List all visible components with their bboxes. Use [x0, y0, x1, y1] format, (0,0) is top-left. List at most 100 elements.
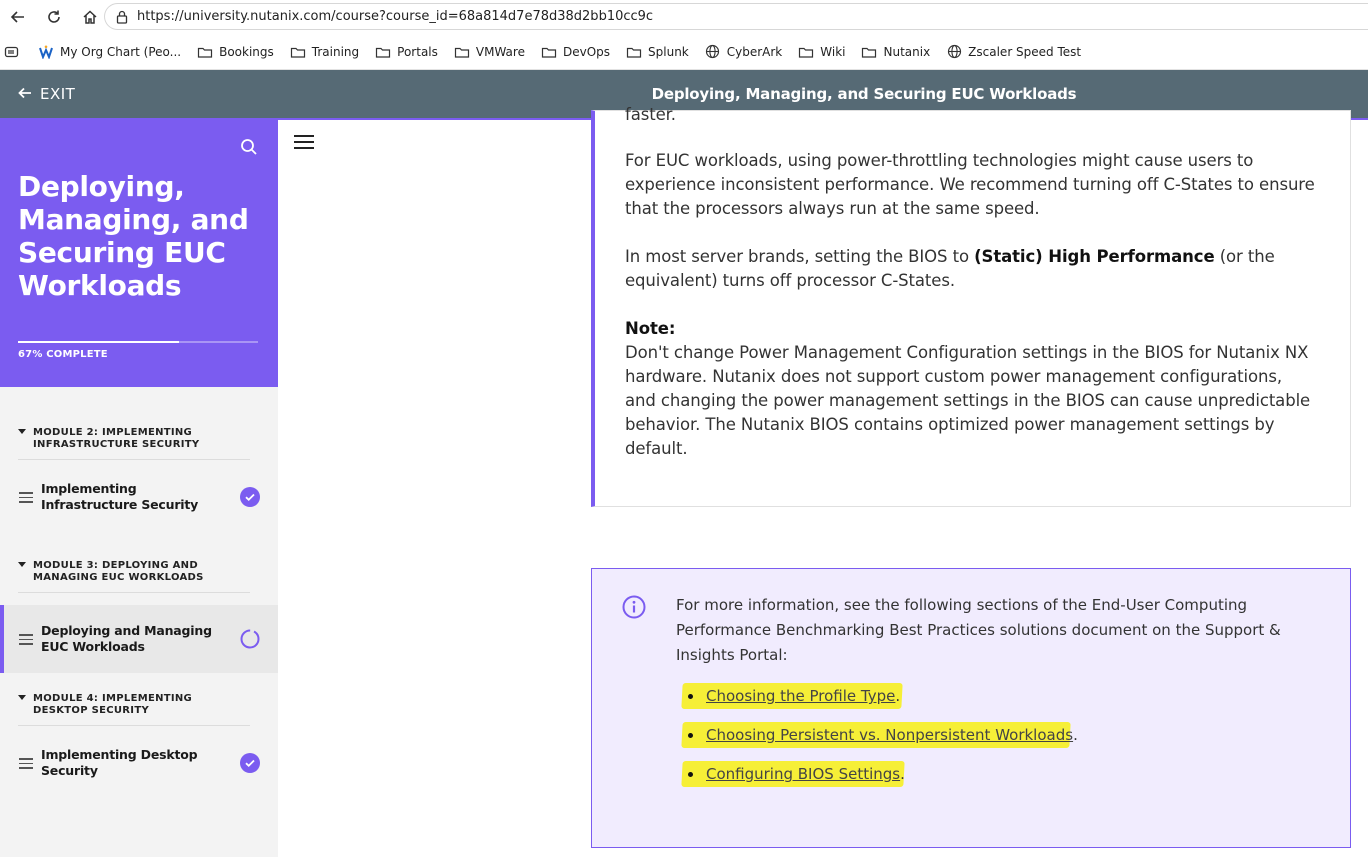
- link-persistent-workloads[interactable]: Choosing Persistent vs. Nonpersistent Wo…: [706, 726, 1073, 744]
- bookmark-item[interactable]: My Org Chart (Peo...: [26, 40, 189, 64]
- lesson-content: faster. For EUC workloads, using power-t…: [278, 105, 1368, 857]
- lesson-lines-icon: [19, 634, 33, 645]
- progress-label: 67% COMPLETE: [18, 349, 108, 360]
- bookmark-item[interactable]: VMWare: [446, 40, 533, 64]
- bookmark-item[interactable]: Training: [282, 40, 367, 64]
- caret-down-icon: [18, 429, 26, 434]
- bookmark-label: Bookings: [219, 44, 274, 59]
- bookmark-item[interactable]: DevOps: [533, 40, 618, 64]
- bookmark-item[interactable]: Bookings: [189, 40, 282, 64]
- folder-icon: [290, 45, 306, 59]
- bookmark-label: Training: [311, 44, 360, 59]
- info-box: For more information, see the following …: [591, 568, 1351, 848]
- list-item: Choosing the Profile Type.: [681, 683, 1062, 724]
- bullet-icon: [688, 694, 693, 699]
- check-circle-icon: [240, 753, 260, 773]
- paragraph-bios: In most server brands, setting the BIOS …: [625, 245, 1315, 293]
- in-progress-circle-icon: [240, 629, 260, 649]
- folder-icon: [626, 45, 642, 59]
- bios-text: In most server brands, setting the BIOS …: [625, 247, 975, 266]
- bookmark-item[interactable]: Portals: [367, 40, 446, 64]
- sidebar-lesson-infrastructure-security[interactable]: Implementing Infrastructure Security: [0, 463, 278, 531]
- link-bios-settings[interactable]: Configuring BIOS Settings: [706, 765, 900, 783]
- folder-icon: [454, 45, 470, 59]
- bookmark-label: Portals: [397, 44, 438, 59]
- bullet-icon: [688, 772, 693, 777]
- folder-icon: [861, 45, 877, 59]
- module-title: MODULE 3: DEPLOYING AND MANAGING EUC WOR…: [33, 560, 204, 583]
- note-label: Note:: [625, 317, 1315, 341]
- link-punct: .: [900, 765, 905, 783]
- bookmark-label: Wiki: [820, 44, 846, 59]
- module-header[interactable]: MODULE 3: DEPLOYING AND MANAGING EUC WOR…: [18, 560, 250, 593]
- browser-toolbar: https://university.nutanix.com/course?co…: [0, 0, 1368, 34]
- back-arrow-icon[interactable]: [0, 0, 36, 34]
- lesson-lines-icon: [19, 758, 33, 769]
- lock-icon: [115, 10, 129, 24]
- info-icon: [622, 595, 646, 619]
- check-circle-icon: [240, 487, 260, 507]
- home-icon[interactable]: [72, 0, 108, 34]
- module-title: MODULE 4: IMPLEMENTING DESKTOP SECURITY: [33, 693, 193, 716]
- list-item: Configuring BIOS Settings.: [681, 761, 1062, 802]
- bios-setting: (Static) High Performance: [974, 247, 1215, 266]
- bookmark-item[interactable]: Splunk: [618, 40, 697, 64]
- list-item: Choosing Persistent vs. Nonpersistent Wo…: [681, 722, 1078, 763]
- bookmark-item[interactable]: Nutanix: [853, 40, 938, 64]
- module-title: MODULE 2: IMPLEMENTING INFRASTRUCTURE SE…: [33, 427, 200, 450]
- exit-label: EXIT: [40, 85, 76, 103]
- caret-down-icon: [18, 562, 26, 567]
- progress-fill: [18, 341, 179, 343]
- module-header[interactable]: MODULE 4: IMPLEMENTING DESKTOP SECURITY: [18, 693, 250, 726]
- globe-icon: [946, 44, 962, 59]
- bookmark-item[interactable]: Zscaler Speed Test: [938, 40, 1089, 64]
- progress-bar: [18, 341, 258, 343]
- tab-actions-icon[interactable]: [0, 40, 26, 64]
- bookmark-label: CyberArk: [726, 44, 783, 59]
- w-logo-icon: [38, 45, 54, 59]
- arrow-left-icon: [18, 85, 32, 104]
- exit-button[interactable]: EXIT: [18, 70, 75, 118]
- lesson-lines-icon: [19, 492, 33, 503]
- hamburger-menu-icon[interactable]: [294, 135, 314, 149]
- address-bar[interactable]: https://university.nutanix.com/course?co…: [104, 3, 1368, 30]
- bookmarks-bar: My Org Chart (Peo... Bookings Training Port…: [0, 34, 1368, 70]
- cut-off-text: faster.: [625, 105, 676, 124]
- bookmark-item[interactable]: Wiki: [790, 40, 853, 64]
- bookmark-label: Zscaler Speed Test: [968, 44, 1082, 59]
- bookmark-label: Splunk: [648, 44, 689, 59]
- course-sidebar: Deploying, Managing, and Securing EUC Wo…: [0, 120, 278, 857]
- lesson-label: Implementing Desktop Security: [41, 747, 198, 778]
- note-text: Don't change Power Management Configurat…: [625, 343, 1311, 458]
- folder-icon: [798, 45, 814, 59]
- note-heading: Note:: [625, 319, 676, 338]
- info-text: For more information, see the following …: [676, 596, 1281, 664]
- globe-icon: [705, 44, 721, 59]
- bookmark-label: DevOps: [562, 44, 611, 59]
- module-header[interactable]: MODULE 2: IMPLEMENTING INFRASTRUCTURE SE…: [18, 427, 250, 460]
- url-text: https://university.nutanix.com/course?co…: [137, 9, 654, 24]
- bookmark-item[interactable]: CyberArk: [697, 40, 791, 64]
- bookmark-label: VMWare: [475, 44, 525, 59]
- lesson-label: Deploying and Managing EUC Workloads: [41, 623, 212, 654]
- link-profile-type[interactable]: Choosing the Profile Type: [706, 687, 895, 705]
- lesson-label: Implementing Infrastructure Security: [41, 481, 199, 512]
- content-callout: faster. For EUC workloads, using power-t…: [591, 105, 1351, 507]
- sidebar-hero: Deploying, Managing, and Securing EUC Wo…: [0, 120, 278, 387]
- bookmark-label: Nutanix: [883, 44, 931, 59]
- folder-icon: [197, 45, 213, 59]
- paragraph-c-states: For EUC workloads, using power-throttlin…: [625, 151, 1315, 218]
- sidebar-course-title: Deploying, Managing, and Securing EUC Wo…: [18, 170, 249, 302]
- folder-icon: [541, 45, 557, 59]
- search-icon[interactable]: [240, 138, 258, 156]
- caret-down-icon: [18, 695, 26, 700]
- sidebar-lesson-euc-workloads[interactable]: Deploying and Managing EUC Workloads: [0, 605, 278, 673]
- resource-links: Choosing the Profile Type. Choosing Pers…: [681, 683, 1078, 802]
- link-punct: .: [895, 687, 901, 705]
- sidebar-lesson-desktop-security[interactable]: Implementing Desktop Security: [0, 729, 278, 797]
- bullet-icon: [688, 733, 693, 738]
- bookmark-label: My Org Chart (Peo...: [60, 44, 182, 59]
- link-punct: .: [1073, 726, 1078, 744]
- folder-icon: [375, 45, 391, 59]
- reload-icon[interactable]: [36, 0, 72, 34]
